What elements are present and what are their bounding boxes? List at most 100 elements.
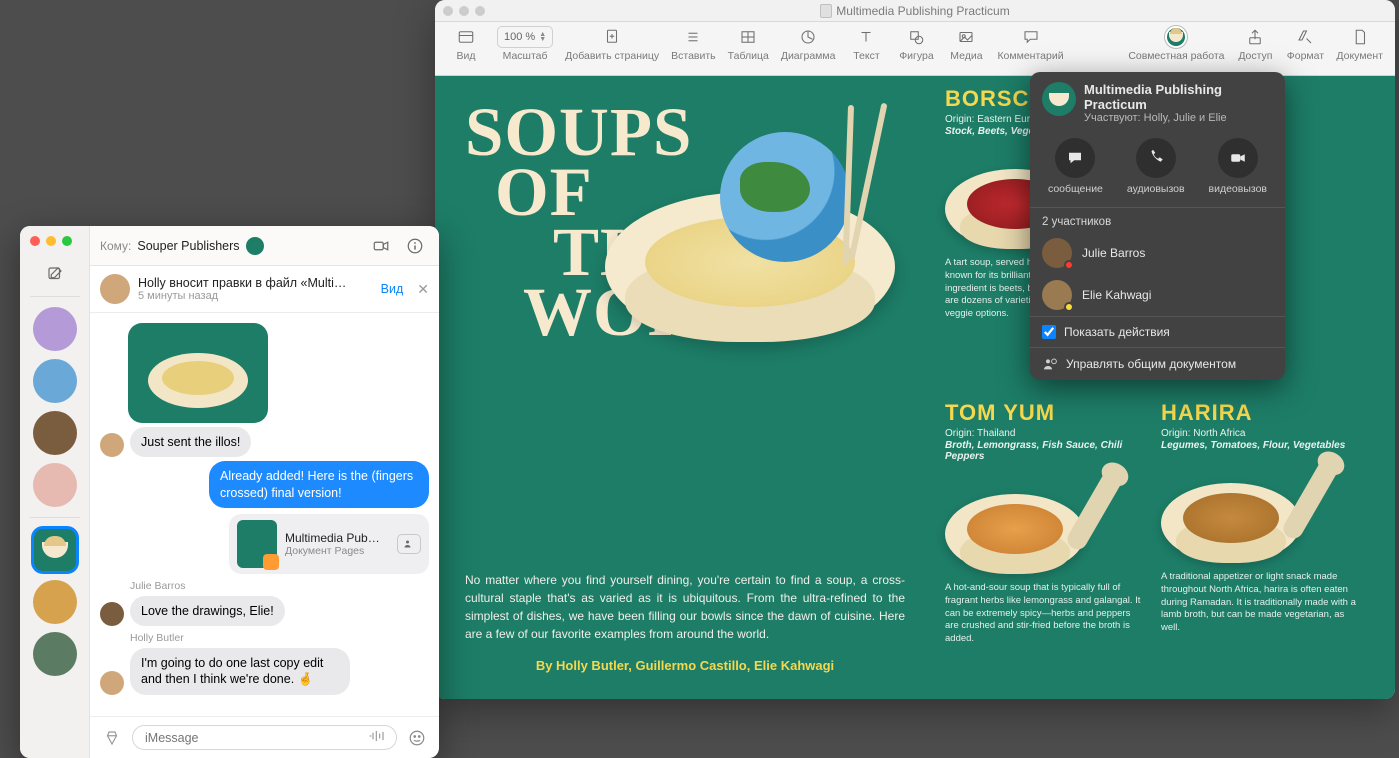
banner-close-button[interactable]: ✕: [417, 281, 429, 298]
video-icon: [1218, 138, 1258, 178]
soup-tomyum: TOM YUM Origin: Thailand Broth, Lemongra…: [945, 400, 1145, 646]
traffic-lights[interactable]: [443, 6, 485, 16]
tb-share[interactable]: Доступ: [1230, 26, 1280, 62]
collab-video-button[interactable]: видеовызов: [1209, 138, 1268, 195]
apps-button[interactable]: [100, 726, 124, 750]
conversation-avatar[interactable]: [33, 307, 77, 351]
avatar-icon: [100, 274, 130, 304]
participant-row[interactable]: Elie Kahwagi: [1030, 274, 1285, 316]
group-avatar-icon: [246, 237, 264, 255]
table-icon: [735, 26, 761, 48]
chart-icon: [795, 26, 821, 48]
comment-icon: [1018, 26, 1044, 48]
conversation-avatar[interactable]: [33, 463, 77, 507]
window-title: Multimedia Publishing Practicum: [836, 4, 1009, 18]
outgoing-bubble[interactable]: Already added! Here is the (fingers cros…: [209, 461, 429, 508]
tb-format[interactable]: Формат: [1280, 26, 1330, 62]
conversation-avatar[interactable]: [33, 632, 77, 676]
tb-text[interactable]: Текст: [841, 26, 891, 62]
recipient[interactable]: Souper Publishers: [137, 239, 239, 253]
incoming-bubble[interactable]: Just sent the illos!: [130, 427, 251, 457]
message-icon: [1055, 138, 1095, 178]
pages-titlebar: Multimedia Publishing Practicum: [435, 0, 1395, 22]
tb-comment[interactable]: Комментарий: [991, 26, 1069, 62]
pages-toolbar: Вид 100 % ▲▼ Масштаб Добавить страницу В…: [435, 22, 1395, 76]
avatar-icon: [100, 433, 124, 457]
tb-document[interactable]: Документ: [1330, 26, 1389, 62]
document-icon: [1347, 26, 1373, 48]
message-input-bar: [90, 716, 439, 758]
tb-table[interactable]: Таблица: [722, 26, 775, 62]
soup-harira: HARIRA Origin: North Africa Legumes, Tom…: [1161, 400, 1361, 635]
sender-name: Holly Butler: [130, 632, 429, 644]
collab-avatar-icon: [1165, 26, 1187, 48]
activity-banner: Holly вносит правки в файл «Multimedia…»…: [90, 266, 439, 313]
messages-window: Кому: Souper Publishers Holly вносит пра…: [20, 226, 439, 758]
view-icon: [453, 26, 479, 48]
collab-popover: Multimedia Publishing Practicum Участвую…: [1030, 72, 1285, 380]
message-thread[interactable]: Just sent the illos! Already added! Here…: [90, 313, 439, 716]
tb-zoom[interactable]: 100 % ▲▼ Масштаб: [491, 26, 559, 62]
collab-title: Multimedia Publishing Practicum: [1084, 82, 1273, 112]
insert-icon: [680, 26, 706, 48]
incoming-bubble[interactable]: Love the drawings, Elie!: [130, 596, 285, 626]
collab-doc-avatar: [1042, 82, 1076, 116]
avatar-icon: [1042, 238, 1072, 268]
messages-header: Кому: Souper Publishers: [90, 226, 439, 266]
conversation-avatar[interactable]: [33, 580, 77, 624]
message-input[interactable]: [132, 725, 397, 750]
phone-icon: [1136, 138, 1176, 178]
tb-collab[interactable]: Совместная работа: [1122, 26, 1230, 62]
hero-illustration: [605, 122, 895, 342]
avatar-icon: [100, 671, 124, 695]
dictation-icon[interactable]: [368, 729, 388, 746]
avatar-icon: [1042, 280, 1072, 310]
zoom-control: 100 % ▲▼: [497, 26, 553, 48]
to-label: Кому:: [100, 239, 131, 253]
manage-document-button[interactable]: Управлять общим документом: [1030, 348, 1285, 380]
traffic-lights[interactable]: [28, 232, 72, 254]
conversation-avatar[interactable]: [33, 411, 77, 455]
tb-shape[interactable]: Фигура: [891, 26, 941, 62]
messages-main: Кому: Souper Publishers Holly вносит пра…: [90, 226, 439, 758]
banner-time: 5 минуты назад: [138, 290, 373, 302]
tb-media[interactable]: Медиа: [941, 26, 991, 62]
share-icon: [1242, 26, 1268, 48]
zoom-light[interactable]: [62, 236, 72, 246]
avatar-icon: [100, 602, 124, 626]
info-button[interactable]: [401, 234, 429, 258]
show-activity-toggle[interactable]: Показать действия: [1030, 317, 1285, 347]
compose-button[interactable]: [43, 262, 67, 286]
conversation-avatar-selected[interactable]: [33, 528, 77, 572]
collab-audio-button[interactable]: аудиовызов: [1127, 138, 1185, 195]
document-attachment[interactable]: Multimedia Pub… Документ Pages: [229, 514, 429, 574]
participant-row[interactable]: Julie Barros: [1030, 232, 1285, 274]
facetime-button[interactable]: [367, 234, 395, 258]
conversation-avatar[interactable]: [33, 359, 77, 403]
shape-icon: [903, 26, 929, 48]
text-icon: [853, 26, 879, 48]
incoming-bubble[interactable]: I'm going to do one last copy edit and t…: [130, 648, 350, 695]
collaborators-icon[interactable]: [397, 534, 421, 554]
format-icon: [1292, 26, 1318, 48]
tb-add-page[interactable]: Добавить страницу: [559, 26, 665, 62]
participants-count: 2 участников: [1030, 208, 1285, 232]
participant-name: Elie Kahwagi: [1082, 288, 1151, 302]
media-icon: [953, 26, 979, 48]
emoji-button[interactable]: [405, 726, 429, 750]
tb-chart[interactable]: Диаграмма: [775, 26, 842, 62]
minimize-light[interactable]: [46, 236, 56, 246]
tb-view[interactable]: Вид: [441, 26, 491, 62]
close-light[interactable]: [443, 6, 453, 16]
participant-name: Julie Barros: [1082, 246, 1145, 260]
collab-message-button[interactable]: сообщение: [1048, 138, 1103, 195]
zoom-light[interactable]: [475, 6, 485, 16]
minimize-light[interactable]: [459, 6, 469, 16]
tb-insert[interactable]: Вставить: [665, 26, 722, 62]
document-icon: [820, 4, 832, 18]
image-attachment[interactable]: [128, 323, 268, 423]
banner-view-button[interactable]: Вид: [381, 282, 404, 296]
message-text-field[interactable]: [145, 731, 368, 745]
show-activity-checkbox[interactable]: [1042, 325, 1056, 339]
close-light[interactable]: [30, 236, 40, 246]
